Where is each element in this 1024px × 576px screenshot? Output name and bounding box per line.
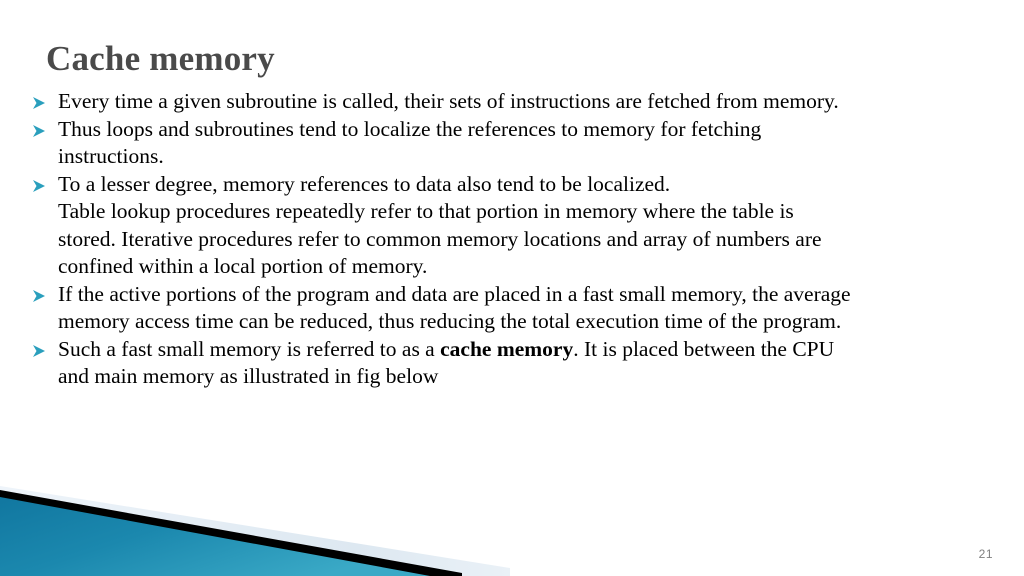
arrowhead-bullet-icon bbox=[30, 120, 48, 138]
arrowhead-bullet-icon bbox=[30, 175, 48, 193]
list-item-line: stored. Iterative procedures refer to co… bbox=[58, 226, 822, 251]
slide-canvas: Cache memory Every time a given subrouti… bbox=[0, 0, 1024, 576]
black-wedge-shape bbox=[0, 490, 462, 576]
line-run: . It is placed between the CPU bbox=[573, 336, 835, 361]
list-item-line: memory access time can be reduced, thus … bbox=[58, 309, 842, 333]
list-item: If the active portions of the program an… bbox=[28, 281, 1013, 336]
list-item: Every time a given subroutine is called,… bbox=[28, 88, 1013, 116]
page-title: Cache memory bbox=[46, 39, 275, 78]
list-item-line: Table lookup procedures repeatedly refer… bbox=[58, 199, 794, 223]
teal-triangle-shape bbox=[0, 497, 430, 576]
arrowhead-bullet-icon bbox=[30, 340, 48, 358]
list-item-line: If the active portions of the program an… bbox=[58, 281, 851, 306]
list-item: Thus loops and subroutines tend to local… bbox=[28, 116, 1013, 171]
list-item: Such a fast small memory is referred to … bbox=[28, 336, 1013, 391]
line-run: and main memory as illustrated in fig be… bbox=[58, 364, 439, 388]
list-item-line: Such a fast small memory is referred to … bbox=[58, 336, 1013, 364]
arrowhead-bullet-icon bbox=[30, 92, 48, 110]
slide-number: 21 bbox=[978, 547, 993, 561]
pale-sliver-shape bbox=[0, 486, 510, 576]
list-item-line: and main memory as illustrated in fig be… bbox=[58, 363, 1013, 391]
bullet-list: Every time a given subroutine is called,… bbox=[28, 88, 1013, 391]
list-item-line: To a lesser degree, memory references to… bbox=[58, 171, 671, 196]
arrowhead-bullet-icon bbox=[30, 285, 48, 303]
emphasis-term: cache memory bbox=[440, 336, 574, 361]
bottom-left-diagonal-banner bbox=[0, 480, 1024, 576]
list-item-line: instructions. bbox=[58, 144, 164, 168]
list-item-line: Thus loops and subroutines tend to local… bbox=[58, 116, 762, 141]
list-item: To a lesser degree, memory references to… bbox=[28, 171, 1013, 281]
list-item-line: Every time a given subroutine is called,… bbox=[58, 89, 839, 113]
list-item-line: confined within a local portion of memor… bbox=[58, 254, 428, 278]
line-run: Such a fast small memory is referred to … bbox=[58, 336, 441, 361]
